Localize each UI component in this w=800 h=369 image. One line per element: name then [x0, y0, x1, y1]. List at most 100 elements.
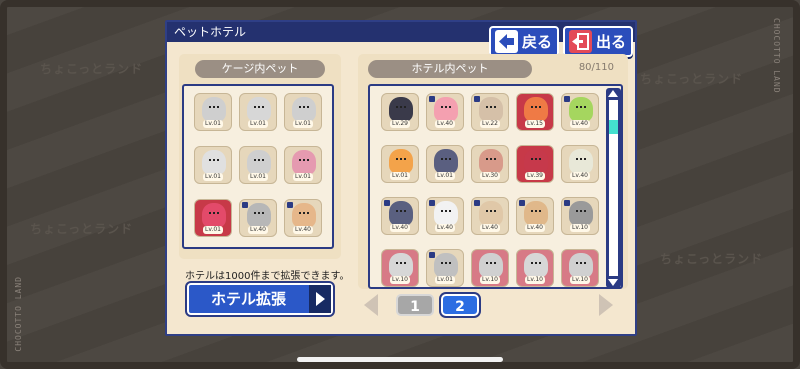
- pet-level: Lv.22: [480, 120, 500, 128]
- pet-slot[interactable]: Lv.39: [516, 145, 554, 183]
- pet-sprite: [434, 201, 458, 226]
- pet-level: Lv.40: [435, 224, 455, 232]
- pet-slot[interactable]: Lv.40: [561, 145, 599, 183]
- pet-level: Lv.40: [293, 226, 313, 234]
- pet-slot[interactable]: Lv.01: [239, 93, 277, 131]
- pet-level: Lv.10: [480, 276, 500, 284]
- arrow-left-icon: [495, 30, 518, 53]
- pet-slot[interactable]: Lv.01: [284, 93, 322, 131]
- lock-icon: [519, 200, 525, 206]
- pet-level: Lv.01: [293, 120, 313, 128]
- hotel-expand-button[interactable]: ホテル拡張: [187, 283, 333, 315]
- scroll-thumb[interactable]: [609, 120, 618, 134]
- scroll-down-icon[interactable]: [608, 279, 618, 286]
- expand-note: ホテルは1000件まで拡張できます。: [185, 271, 350, 282]
- pet-slot[interactable]: Lv.40: [426, 93, 464, 131]
- cage-header: ケージ内ペット: [195, 60, 325, 78]
- lock-icon: [429, 200, 435, 206]
- pet-sprite: [434, 253, 458, 278]
- pet-level: Lv.40: [570, 120, 590, 128]
- pet-slot[interactable]: Lv.40: [284, 199, 322, 237]
- exit-button[interactable]: 出る: [563, 26, 633, 57]
- lock-icon: [429, 252, 435, 258]
- watermark: ちょこっとランド: [660, 252, 764, 266]
- pet-slot[interactable]: Lv.29: [381, 93, 419, 131]
- scroll-up-icon[interactable]: [608, 90, 618, 97]
- pet-level: Lv.01: [203, 120, 223, 128]
- pet-level: Lv.40: [570, 172, 590, 180]
- lock-icon: [287, 202, 293, 208]
- watermark: ちょこっとランド: [640, 72, 744, 86]
- pet-slot[interactable]: Lv.40: [471, 197, 509, 235]
- pet-level: Lv.40: [525, 224, 545, 232]
- pet-slot[interactable]: Lv.01: [426, 145, 464, 183]
- lock-icon: [564, 200, 570, 206]
- lock-icon: [242, 202, 248, 208]
- pet-slot[interactable]: Lv.40: [426, 197, 464, 235]
- pet-sprite: [569, 97, 593, 122]
- pet-slot[interactable]: Lv.01: [194, 146, 232, 184]
- pet-sprite: [569, 149, 593, 174]
- pet-slot[interactable]: Lv.10: [471, 249, 509, 287]
- pet-sprite: [292, 150, 316, 175]
- prev-page-icon[interactable]: [364, 294, 378, 316]
- pet-level: Lv.01: [293, 173, 313, 181]
- pet-slot[interactable]: Lv.40: [516, 197, 554, 235]
- pet-slot[interactable]: Lv.15: [516, 93, 554, 131]
- scrollbar[interactable]: [606, 88, 621, 288]
- back-button[interactable]: 戻る: [489, 26, 559, 57]
- pet-slot[interactable]: Lv.40: [239, 199, 277, 237]
- pet-level: Lv.01: [203, 173, 223, 181]
- watermark: ちょこっとランド: [40, 62, 144, 76]
- pet-slot[interactable]: Lv.01: [194, 199, 232, 237]
- pet-sprite: [292, 97, 316, 122]
- lock-icon: [384, 200, 390, 206]
- pet-sprite: [569, 201, 593, 226]
- pet-hotel-panel: ペットホテル 戻る 出る ケージ内ペット Lv.01 Lv.01 Lv.01 Lv.0…: [165, 20, 637, 336]
- brand-label-right: CHOCOTTO LAND: [772, 18, 781, 94]
- pet-sprite: [479, 201, 503, 226]
- next-page-icon[interactable]: [599, 294, 613, 316]
- hotel-section: ホテル内ペット 80/110 Lv.29 Lv.40 Lv.22 Lv.15 Lv.40…: [358, 54, 628, 289]
- pet-level: Lv.40: [435, 120, 455, 128]
- pet-slot[interactable]: Lv.10: [561, 249, 599, 287]
- pet-sprite: [389, 97, 413, 122]
- pet-level: Lv.10: [390, 276, 410, 284]
- pet-slot[interactable]: Lv.40: [381, 197, 419, 235]
- hotel-pet-grid: Lv.29 Lv.40 Lv.22 Lv.15 Lv.40 Lv.01 Lv.01 Lv.30…: [368, 84, 623, 289]
- pet-sprite: [389, 253, 413, 278]
- pet-sprite: [202, 97, 226, 122]
- pet-slot[interactable]: Lv.10: [561, 197, 599, 235]
- pet-slot[interactable]: Lv.10: [381, 249, 419, 287]
- pet-slot[interactable]: Lv.01: [426, 249, 464, 287]
- page-button-2[interactable]: 2: [441, 294, 479, 316]
- pet-level: Lv.01: [203, 226, 223, 234]
- pet-sprite: [292, 203, 316, 228]
- pet-sprite: [202, 203, 226, 228]
- pet-slot[interactable]: Lv.01: [194, 93, 232, 131]
- pet-sprite: [524, 97, 548, 122]
- pet-slot[interactable]: Lv.10: [516, 249, 554, 287]
- pet-sprite: [524, 149, 548, 174]
- hotel-count: 80/110: [578, 62, 614, 73]
- pet-slot[interactable]: Lv.22: [471, 93, 509, 131]
- home-indicator: [297, 357, 503, 362]
- page-button-1[interactable]: 1: [396, 294, 434, 316]
- back-button-label: 戻る: [522, 33, 553, 51]
- pet-level: Lv.10: [525, 276, 545, 284]
- pet-level: Lv.01: [435, 276, 455, 284]
- pet-slot[interactable]: Lv.01: [284, 146, 322, 184]
- pet-sprite: [434, 97, 458, 122]
- pet-slot[interactable]: Lv.01: [381, 145, 419, 183]
- cage-pet-grid: Lv.01 Lv.01 Lv.01 Lv.01 Lv.01 Lv.01 Lv.01 Lv.40…: [182, 84, 334, 249]
- pet-level: Lv.39: [525, 172, 545, 180]
- pet-slot[interactable]: Lv.30: [471, 145, 509, 183]
- pet-slot[interactable]: Lv.01: [239, 146, 277, 184]
- lock-icon: [474, 96, 480, 102]
- pet-level: Lv.10: [570, 276, 590, 284]
- pet-level: Lv.01: [248, 120, 268, 128]
- pet-slot[interactable]: Lv.40: [561, 93, 599, 131]
- pet-sprite: [434, 149, 458, 174]
- pet-sprite: [524, 253, 548, 278]
- pet-sprite: [524, 201, 548, 226]
